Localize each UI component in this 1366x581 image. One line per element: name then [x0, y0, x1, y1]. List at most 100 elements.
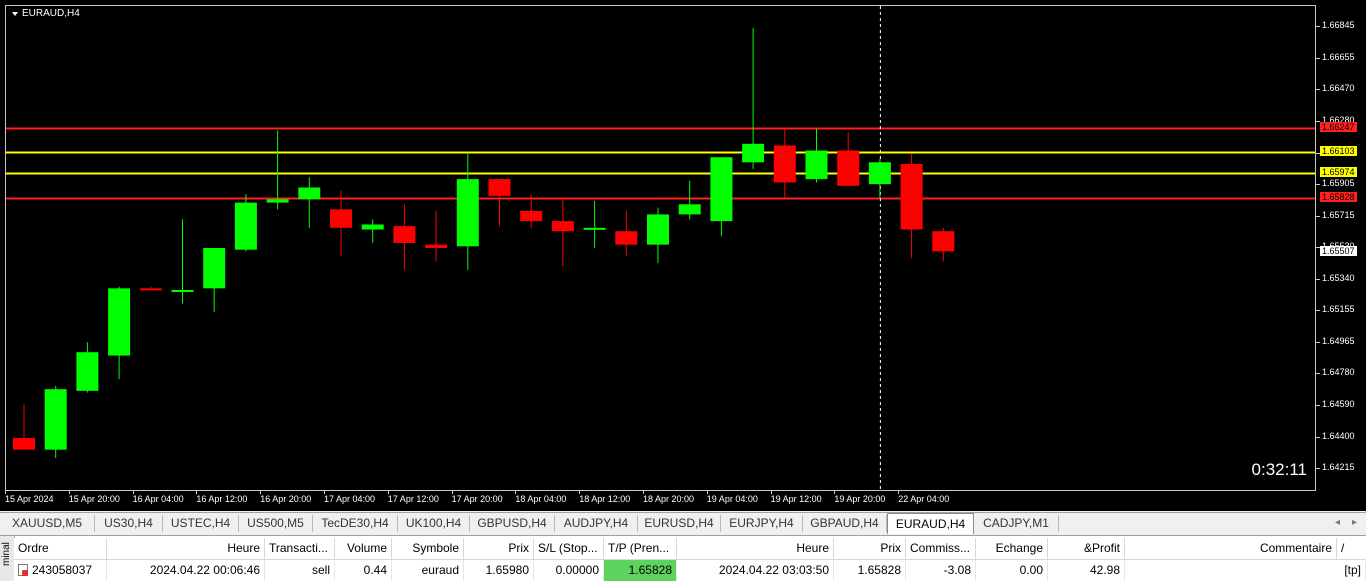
time-axis[interactable]: 15 Apr 2024 15 Apr 20:00 16 Apr 04:00 16 Ap…: [0, 491, 1316, 511]
chart-tab-xauusd-m5[interactable]: XAUUSD,M5: [0, 515, 95, 532]
chart-tab-gbpusd-h4[interactable]: GBPUSD,H4: [470, 515, 555, 532]
cell-price: 1.65980: [464, 560, 534, 581]
cell-comment: [tp]: [1125, 560, 1366, 581]
candle: [805, 128, 828, 183]
price-level-label: 1.66247: [1320, 121, 1357, 132]
price-tickmark: [1316, 404, 1320, 406]
candle-body: [488, 179, 511, 196]
price-tick-label: 1.64400: [1322, 430, 1355, 441]
chart-tab-audjpy-h4[interactable]: AUDJPY,H4: [555, 515, 638, 532]
candle-body: [583, 227, 606, 230]
time-tick-label: 18 Apr 12:00: [579, 494, 631, 504]
chart-plot-area[interactable]: EURAUD,H4 0:32:11: [5, 5, 1316, 491]
caret-down-icon[interactable]: [12, 11, 18, 16]
candle: [393, 204, 416, 270]
time-tick-label: 15 Apr 20:00: [68, 494, 120, 504]
sort-icon[interactable]: /: [1337, 538, 1366, 559]
time-tick-label: 17 Apr 04:00: [324, 494, 376, 504]
candle-body: [76, 352, 99, 391]
price-level-label: 1.65507: [1320, 245, 1357, 256]
candle: [742, 27, 765, 170]
candlestick-chart[interactable]: [6, 6, 1316, 491]
candle-body: [837, 150, 860, 186]
chart-tab-eurusd-h4[interactable]: EURUSD,H4: [638, 515, 721, 532]
col-header-profit[interactable]: &Profit: [1048, 538, 1125, 559]
candle: [837, 132, 860, 186]
col-header-sl[interactable]: S/L (Stop...: [534, 538, 604, 559]
chart-tab-gbpaud-h4[interactable]: GBPAUD,H4: [803, 515, 887, 532]
cell-tp: 1.65828: [604, 560, 677, 581]
price-tick-label: 1.66845: [1322, 20, 1355, 30]
terminal-side-label[interactable]: minal: [0, 536, 15, 581]
candle-body: [44, 389, 67, 450]
candle: [139, 286, 162, 291]
time-tick-label: 17 Apr 20:00: [451, 494, 503, 504]
col-header-order[interactable]: Ordre: [14, 538, 107, 559]
col-header-commission[interactable]: Commiss...: [906, 538, 976, 559]
candle-body: [551, 221, 574, 232]
price-tickmark: [1316, 310, 1320, 312]
chart-tab-euraud-h4[interactable]: EURAUD,H4: [887, 513, 974, 534]
history-header-row: Ordre Heure Transacti... Volume Symbole …: [14, 538, 1366, 560]
candle-body: [932, 231, 955, 252]
col-header-close-time[interactable]: Heure: [677, 538, 834, 559]
chart-tab-us30-h4[interactable]: US30,H4: [95, 515, 163, 532]
price-tickmark: [1316, 373, 1320, 375]
time-tick-label: 19 Apr 12:00: [770, 494, 822, 504]
candle-body: [393, 226, 416, 243]
chart-tab-tecde30-h4[interactable]: TecDE30,H4: [313, 515, 398, 532]
cell-close-time: 2024.04.22 03:03:50: [677, 560, 834, 581]
price-tickmark: [1316, 436, 1320, 438]
candle: [900, 153, 923, 259]
candle: [298, 177, 321, 228]
price-tickmark: [1316, 183, 1320, 185]
candle: [647, 207, 669, 264]
price-tick-label: 1.66655: [1322, 51, 1355, 62]
time-tick-label: 18 Apr 20:00: [643, 494, 695, 504]
candle-body: [361, 224, 384, 230]
cell-symbol: euraud: [392, 560, 464, 581]
candle: [551, 197, 574, 267]
col-header-close-price[interactable]: Prix: [834, 538, 906, 559]
col-header-comment[interactable]: Commentaire: [1125, 538, 1337, 559]
col-header-tp[interactable]: T/P (Pren...: [604, 538, 677, 559]
history-row[interactable]: 243058037 2024.04.22 00:06:46 sell 0.44 …: [14, 560, 1366, 581]
price-tickmark: [1316, 278, 1320, 280]
candle: [44, 385, 67, 459]
candle-body: [203, 248, 226, 289]
candle: [361, 219, 384, 243]
candle-body: [520, 211, 543, 222]
chart-tab-eurjpy-h4[interactable]: EURJPY,H4: [721, 515, 803, 532]
candle-body: [139, 288, 162, 291]
price-tickmark: [1316, 341, 1320, 343]
price-tickmark: [1316, 215, 1320, 217]
tab-scroll-left-icon[interactable]: ◂: [1335, 517, 1340, 528]
candle-body: [171, 290, 194, 293]
chart-tab-ustec-h4[interactable]: USTEC,H4: [163, 515, 239, 532]
bar-countdown: 0:32:11: [1251, 460, 1307, 479]
candle-body: [805, 150, 828, 180]
cell-swap: 0.00: [976, 560, 1048, 581]
col-header-symbol[interactable]: Symbole: [392, 538, 464, 559]
price-tick-label: 1.64590: [1322, 398, 1355, 409]
price-scale[interactable]: 1.668451.666551.664701.662801.660901.659…: [1316, 0, 1366, 492]
cell-time: 2024.04.22 00:06:46: [107, 560, 265, 581]
col-header-volume[interactable]: Volume: [335, 538, 392, 559]
price-tick-label: 1.65340: [1322, 272, 1355, 283]
chart-tab-cadjpy-m1[interactable]: CADJPY,M1: [974, 515, 1059, 532]
candle-body: [234, 202, 257, 250]
price-tick-label: 1.66470: [1322, 83, 1355, 94]
candle: [171, 219, 194, 304]
col-header-type[interactable]: Transacti...: [265, 538, 335, 559]
chart-tab-uk100-h4[interactable]: UK100,H4: [398, 515, 470, 532]
col-header-swap[interactable]: Echange: [976, 538, 1048, 559]
tab-scroll-right-icon[interactable]: ▸: [1352, 517, 1357, 528]
chart-tab-us500-m5[interactable]: US500,M5: [239, 515, 313, 532]
price-tickmark: [1316, 468, 1320, 469]
candle-body: [456, 179, 479, 247]
chart-window[interactable]: EURAUD,H4 0:32:11 1.66845 1.66655 1.66470 1…: [0, 0, 1366, 511]
col-header-time[interactable]: Heure: [107, 538, 265, 559]
col-header-price[interactable]: Prix: [464, 538, 534, 559]
candle-body: [298, 187, 321, 200]
cell-type: sell: [265, 560, 335, 581]
